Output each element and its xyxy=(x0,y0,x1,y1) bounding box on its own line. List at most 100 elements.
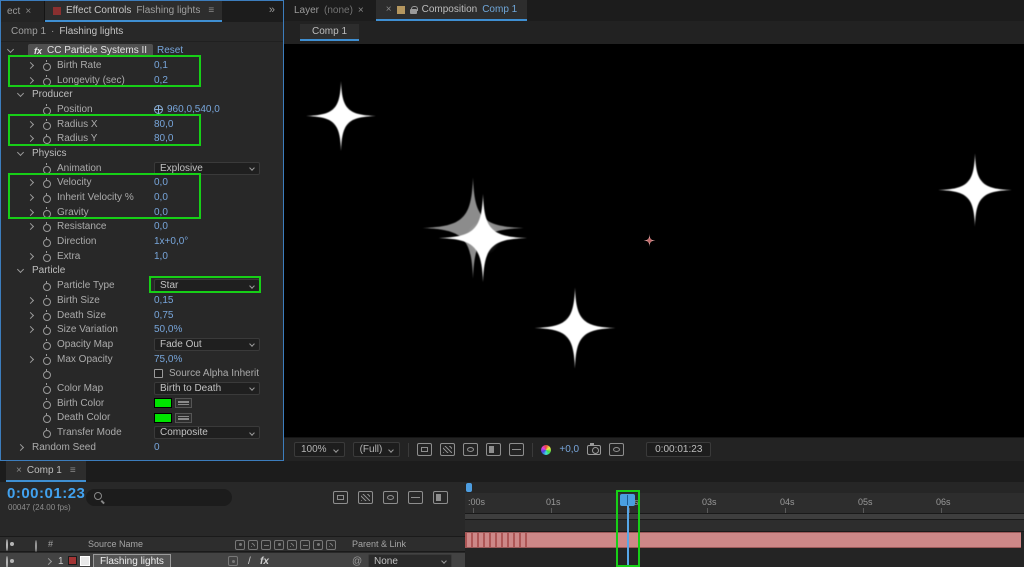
layer-fx-switch[interactable]: fx xyxy=(260,556,269,567)
stopwatch-icon[interactable] xyxy=(42,193,51,203)
close-icon[interactable]: × xyxy=(16,465,22,476)
stopwatch-icon[interactable] xyxy=(42,398,51,408)
current-timecode[interactable]: 0:00:01:23 xyxy=(7,485,85,502)
color-map-dropdown[interactable]: Birth to Death xyxy=(154,382,260,395)
stopwatch-icon[interactable] xyxy=(42,325,51,335)
layer-quality-switch[interactable]: / xyxy=(248,556,251,567)
twirl-open-icon[interactable] xyxy=(7,46,14,53)
resistance-value[interactable]: 0,0 xyxy=(154,221,168,232)
twirl-icon[interactable] xyxy=(27,76,34,83)
stopwatch-icon[interactable] xyxy=(42,339,51,349)
layer-twirl-icon[interactable] xyxy=(45,558,52,565)
close-icon[interactable]: × xyxy=(386,4,392,15)
physics-group-row[interactable]: Physics xyxy=(2,146,282,161)
stopwatch-icon[interactable] xyxy=(42,134,51,144)
inherit-velocity-value[interactable]: 0,0 xyxy=(154,192,168,203)
snapshot-camera-icon[interactable] xyxy=(587,445,601,455)
pixel-aspect-icon[interactable] xyxy=(509,443,524,456)
motion-blur-icon[interactable] xyxy=(433,491,448,504)
stopwatch-icon[interactable] xyxy=(42,281,51,291)
eyedropper-icon[interactable] xyxy=(175,398,192,408)
twirl-icon[interactable] xyxy=(27,194,34,201)
extra-value[interactable]: 1,0 xyxy=(154,251,168,262)
particle-group-row[interactable]: Particle xyxy=(2,264,282,279)
stopwatch-icon[interactable] xyxy=(42,428,51,438)
birth-size-value[interactable]: 0,15 xyxy=(154,295,173,306)
twirl-icon[interactable] xyxy=(17,444,24,451)
layer-visibility-eye-icon[interactable] xyxy=(6,557,8,567)
layer-collapse-switch[interactable] xyxy=(228,556,238,566)
close-icon[interactable]: × xyxy=(358,5,364,16)
lock-icon[interactable] xyxy=(410,6,417,14)
producer-group-row[interactable]: Producer xyxy=(2,87,282,102)
position-crosshair-icon[interactable] xyxy=(154,105,163,114)
stopwatch-icon[interactable] xyxy=(42,207,51,217)
twirl-icon[interactable] xyxy=(27,311,34,318)
twirl-icon[interactable] xyxy=(27,356,34,363)
breadcrumb-comp[interactable]: Comp 1 xyxy=(11,26,46,37)
eyedropper-icon[interactable] xyxy=(175,413,192,423)
tab-project-partial[interactable]: ect × xyxy=(1,1,45,22)
tab-overflow-icon[interactable]: » xyxy=(269,4,275,16)
tab-layer-viewer[interactable]: Layer (none) × xyxy=(284,0,374,21)
resolution-dropdown[interactable]: (Full) xyxy=(353,442,401,457)
stopwatch-icon[interactable] xyxy=(42,222,51,232)
parent-pickwhip-icon[interactable]: @ xyxy=(352,556,362,567)
stopwatch-icon[interactable] xyxy=(42,178,51,188)
source-name-column[interactable]: Source Name xyxy=(88,539,143,549)
radius-x-value[interactable]: 80,0 xyxy=(154,119,173,130)
stopwatch-icon[interactable] xyxy=(42,369,51,379)
max-opacity-value[interactable]: 75,0% xyxy=(154,354,182,365)
exposure-value[interactable]: +0,0 xyxy=(559,444,579,455)
reset-button[interactable]: Reset xyxy=(157,45,183,56)
radius-y-value[interactable]: 80,0 xyxy=(154,133,173,144)
stopwatch-icon[interactable] xyxy=(42,119,51,129)
color-management-icon[interactable] xyxy=(541,445,551,455)
magnification-dropdown[interactable]: 100% xyxy=(294,442,345,457)
transparency-grid-icon[interactable] xyxy=(440,443,455,456)
search-box[interactable] xyxy=(86,489,232,506)
twirl-open-icon[interactable] xyxy=(17,149,24,156)
tab-effect-controls[interactable]: Effect Controls Flashing lights ≡ xyxy=(45,1,222,22)
death-size-value[interactable]: 0,75 xyxy=(154,310,173,321)
twirl-icon[interactable] xyxy=(27,62,34,69)
stopwatch-icon[interactable] xyxy=(42,354,51,364)
birth-rate-value[interactable]: 0,1 xyxy=(154,60,168,71)
twirl-icon[interactable] xyxy=(27,135,34,142)
tab-composition[interactable]: × Composition Comp 1 xyxy=(376,0,527,21)
position-value[interactable]: 960,0,540,0 xyxy=(167,104,220,115)
time-navigator[interactable] xyxy=(465,482,1024,493)
composition-viewport[interactable] xyxy=(284,44,1024,437)
parent-dropdown[interactable]: None xyxy=(368,554,452,567)
twirl-icon[interactable] xyxy=(27,253,34,260)
panel-menu-icon[interactable]: ≡ xyxy=(208,5,214,16)
navigator-start-handle[interactable] xyxy=(466,483,472,492)
twirl-icon[interactable] xyxy=(27,121,34,128)
stopwatch-icon[interactable] xyxy=(42,295,51,305)
hide-shy-icon[interactable] xyxy=(383,491,398,504)
twirl-icon[interactable] xyxy=(27,209,34,216)
frame-blend-icon[interactable] xyxy=(408,491,423,504)
layer-label-color-chip[interactable] xyxy=(68,556,77,565)
choose-grid-icon[interactable] xyxy=(417,443,432,456)
stopwatch-icon[interactable] xyxy=(42,104,51,114)
longevity-value[interactable]: 0,2 xyxy=(154,75,168,86)
birth-color-swatch[interactable] xyxy=(154,398,172,408)
gravity-value[interactable]: 0,0 xyxy=(154,207,168,218)
time-ruler[interactable]: :00s 01s 02s 03s 04s 05s 06s xyxy=(465,493,1024,514)
direction-value[interactable]: 1x+0,0° xyxy=(154,236,188,247)
stopwatch-icon[interactable] xyxy=(42,60,51,70)
breadcrumb-layer[interactable]: Flashing lights xyxy=(59,26,123,37)
stopwatch-icon[interactable] xyxy=(42,75,51,85)
stopwatch-icon[interactable] xyxy=(42,310,51,320)
preview-timecode[interactable]: 0:00:01:23 xyxy=(646,442,711,457)
source-alpha-checkbox[interactable] xyxy=(154,369,163,378)
layer-row[interactable]: 1 Flashing lights / fx @ None xyxy=(0,553,465,567)
twirl-icon[interactable] xyxy=(27,326,34,333)
random-seed-value[interactable]: 0 xyxy=(154,442,160,453)
size-variation-value[interactable]: 50,0% xyxy=(154,324,182,335)
close-icon[interactable]: × xyxy=(25,6,31,17)
opacity-map-dropdown[interactable]: Fade Out xyxy=(154,338,260,351)
region-of-interest-icon[interactable] xyxy=(486,443,501,456)
stopwatch-icon[interactable] xyxy=(42,413,51,423)
